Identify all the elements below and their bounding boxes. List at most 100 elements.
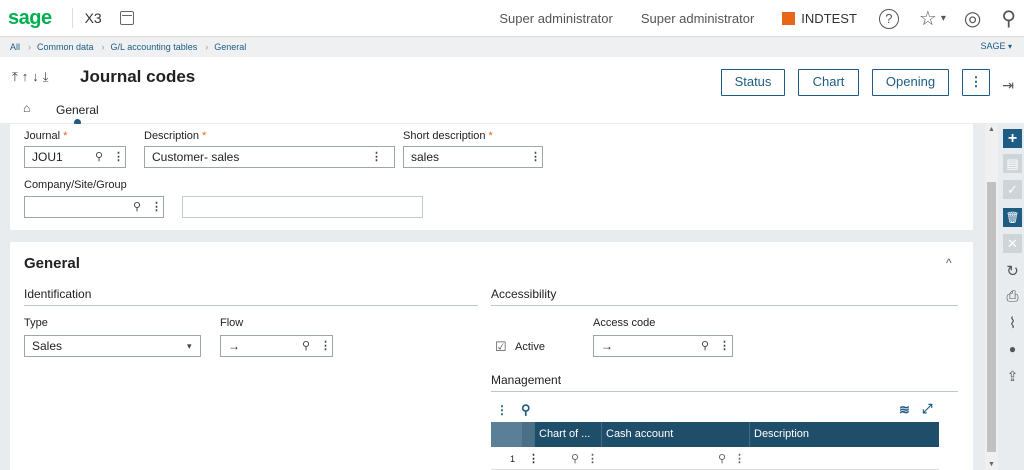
grid-menu-icon[interactable]: ⋮ [496, 403, 508, 417]
status-button[interactable]: Status [721, 69, 785, 96]
user-menu-2[interactable]: Super administrator [641, 11, 754, 26]
field-menu-icon[interactable]: ⋮ [151, 197, 162, 217]
search-icon[interactable]: ⚲ [718, 452, 726, 465]
divider [491, 391, 958, 392]
dropdown-caret-icon: ▾ [187, 341, 192, 351]
column-description[interactable]: Description [750, 422, 939, 447]
breadcrumb-gl-tables[interactable]: G/L accounting tables [111, 42, 198, 52]
chevron-right-icon: › [205, 42, 209, 52]
home-icon[interactable]: ⌂ [23, 101, 30, 115]
sage-logo[interactable]: sage [8, 7, 52, 30]
chart-button[interactable]: Chart [798, 69, 859, 96]
app-name: X3 [71, 8, 102, 28]
active-label: Active [515, 341, 545, 353]
field-menu-icon[interactable]: ⋮ [371, 147, 382, 167]
active-checkbox[interactable]: ☑ [495, 339, 507, 355]
folder-selector[interactable]: INDTEST [782, 11, 857, 26]
refresh-icon[interactable]: ↻ [1003, 261, 1022, 280]
user-menu-1[interactable]: Super administrator [499, 11, 612, 26]
print-icon[interactable]: ⎙ [1003, 287, 1022, 306]
scroll-up-icon[interactable]: ▲ [988, 126, 995, 133]
grid-header: Chart of ... Cash account Description [491, 422, 939, 447]
access-code-field[interactable]: → ⚲ ⋮ [593, 335, 733, 357]
scroll-down-icon[interactable]: ▼ [988, 461, 995, 468]
section-title: General [24, 255, 80, 272]
access-code-label: Access code [593, 317, 656, 329]
tab-general[interactable]: General [56, 103, 99, 117]
collapse-icon[interactable]: ^ [946, 256, 952, 270]
column-cash-account[interactable]: Cash account [602, 422, 750, 447]
chevron-right-icon: › [28, 42, 32, 52]
page-title: Journal codes [80, 67, 196, 86]
divider [24, 305, 478, 306]
opening-button[interactable]: Opening [872, 69, 949, 96]
breadcrumb-all[interactable]: All [10, 42, 20, 52]
favorites-icon[interactable]: ☆ [919, 6, 937, 31]
scroll-thumb[interactable] [987, 182, 996, 452]
top-bar: sage X3 Super administrator Super admini… [0, 0, 1024, 37]
chevron-right-icon: › [101, 42, 105, 52]
record-nav-arrows-icon[interactable]: ⤒↑↓⤓ [12, 69, 53, 85]
short-description-field[interactable]: sales ⋮ [403, 146, 543, 168]
field-menu-icon[interactable]: ⋮ [719, 336, 730, 356]
folder-name: INDTEST [801, 11, 857, 26]
caret-down-icon: ▾ [1007, 42, 1012, 51]
comment-icon[interactable]: ● [1003, 339, 1022, 358]
search-icon[interactable]: ⚲ [571, 452, 579, 465]
copy-icon: ▤ [1003, 154, 1022, 173]
description-field[interactable]: Customer- sales ⋮ [144, 146, 395, 168]
search-icon[interactable]: ⚲ [701, 336, 709, 356]
help-icon[interactable]: ? [878, 8, 899, 29]
page-header: ⤒↑↓⤓ Journal codes Status Chart Opening … [0, 57, 1024, 126]
main-scrollbar[interactable]: ▲ ▼ [985, 124, 998, 470]
site-selector[interactable]: SAGE ▾ [980, 41, 1012, 51]
field-menu-icon[interactable]: ⋮ [530, 147, 541, 167]
calendar-icon[interactable] [119, 11, 134, 25]
folder-color-icon [782, 12, 796, 25]
more-actions-button[interactable]: ⋮ [962, 69, 990, 96]
search-icon[interactable]: ⚲ [133, 197, 141, 217]
short-description-label: Short description * [403, 130, 493, 142]
layers-icon[interactable]: ≋ [899, 402, 910, 418]
journal-label: Journal * [24, 130, 68, 142]
expand-icon[interactable]: ⤢ [922, 401, 932, 417]
company-site-group-label: Company/Site/Group [24, 179, 127, 191]
search-icon[interactable]: ⚲ [95, 147, 103, 167]
management-heading: Management [491, 373, 562, 387]
row-menu-icon[interactable]: ⋮ [528, 452, 539, 465]
journal-field[interactable]: JOU1 ⚲ ⋮ [24, 146, 126, 168]
cell-menu-icon[interactable]: ⋮ [734, 452, 745, 465]
export-icon[interactable]: ⇪ [1003, 367, 1022, 386]
field-menu-icon[interactable]: ⋮ [113, 147, 124, 167]
type-label: Type [24, 317, 48, 329]
header-card: Journal * JOU1 ⚲ ⋮ Description * Customer-… [10, 124, 973, 230]
field-menu-icon[interactable]: ⋮ [320, 336, 331, 356]
grid-search-icon[interactable]: ⚲ [521, 402, 531, 418]
table-row[interactable]: 1 ⋮ ⚲ ⋮ ⚲ ⋮ [491, 447, 939, 470]
exit-icon[interactable]: ⇥ [1002, 77, 1014, 94]
type-select[interactable]: Sales ▾ [24, 335, 201, 357]
description-label: Description * [144, 130, 207, 142]
row-number: 1 [510, 454, 516, 464]
breadcrumb-general[interactable]: General [214, 42, 246, 52]
company-description-field [182, 196, 423, 218]
flow-label: Flow [220, 317, 244, 329]
search-icon[interactable]: ⚲ [302, 336, 310, 356]
attachment-icon[interactable]: ⌇ [1003, 313, 1022, 332]
divider [491, 305, 958, 306]
grid-menu-column [523, 422, 535, 447]
delete-icon[interactable]: 🗑 [1003, 208, 1022, 227]
company-site-group-field[interactable]: ⚲ ⋮ [24, 196, 164, 218]
search-icon[interactable]: ⚲ [1001, 6, 1016, 31]
identification-heading: Identification [24, 287, 92, 301]
save-icon: ✓ [1003, 180, 1022, 199]
breadcrumb-common-data[interactable]: Common data [37, 42, 94, 52]
column-chart-of[interactable]: Chart of ... [535, 422, 602, 447]
compass-icon[interactable]: ◎ [964, 6, 981, 31]
cell-menu-icon[interactable]: ⋮ [587, 452, 598, 465]
flow-field[interactable]: → ⚲ ⋮ [220, 335, 333, 357]
cancel-icon: ✕ [1003, 234, 1022, 253]
grid-corner [491, 422, 523, 447]
favorites-dropdown-icon[interactable]: ▾ [941, 13, 946, 24]
add-icon[interactable]: + [1003, 129, 1022, 148]
